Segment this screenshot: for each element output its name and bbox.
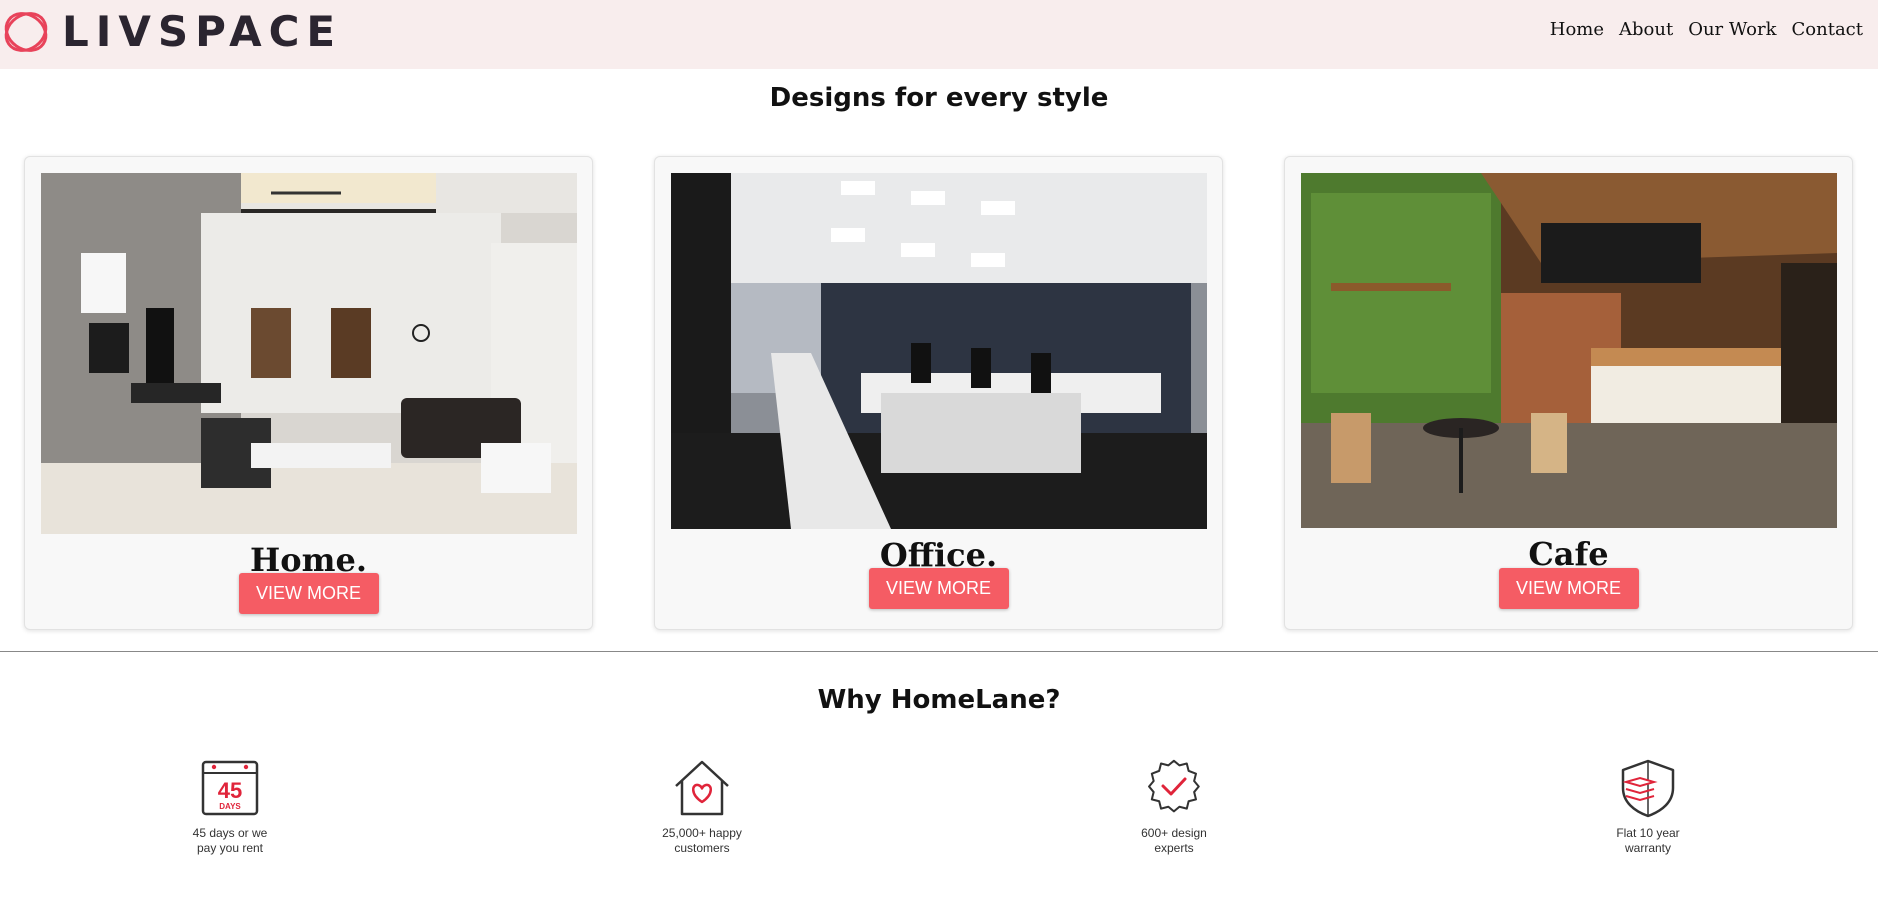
feature-design-experts: 600+ design experts <box>1084 758 1264 856</box>
logo[interactable]: LIVSPACE <box>0 4 342 60</box>
feature-text-experts: 600+ design experts <box>1141 826 1207 855</box>
view-more-cafe-button[interactable]: VIEW MORE <box>1498 568 1639 609</box>
calendar-45-icon: 45 DAYS <box>201 760 259 816</box>
nav-about-link[interactable]: About <box>1619 19 1673 40</box>
designs-section-title: Designs for every style <box>769 83 1109 113</box>
view-more-office-button[interactable]: VIEW MORE <box>868 568 1009 609</box>
cafe-interior-image <box>1301 173 1837 528</box>
svg-text:45: 45 <box>218 778 242 803</box>
brand-name: LIVSPACE <box>62 7 343 56</box>
why-section-title: Why HomeLane? <box>817 685 1061 715</box>
home-interior-image <box>41 173 577 534</box>
house-heart-icon <box>675 760 729 816</box>
office-interior-image <box>671 173 1207 529</box>
feature-text-customers: 25,000+ happy customers <box>662 826 742 855</box>
logo-mark-icon <box>4 12 48 52</box>
nav-home-link[interactable]: Home <box>1550 19 1604 40</box>
view-more-home-button[interactable]: VIEW MORE <box>238 573 379 614</box>
shield-layers-icon <box>1621 759 1675 818</box>
svg-text:DAYS: DAYS <box>219 802 241 811</box>
design-card-home: Home. VIEW MORE <box>24 156 593 630</box>
nav-contact-link[interactable]: Contact <box>1792 19 1863 40</box>
design-card-cafe: Cafe VIEW MORE <box>1284 156 1853 630</box>
nav-our-work-link[interactable]: Our Work <box>1688 19 1776 40</box>
section-divider <box>0 651 1878 652</box>
feature-text-rent: 45 days or we pay you rent <box>192 826 268 855</box>
header: LIVSPACE Home About Our Work Contact <box>0 0 1878 69</box>
feature-text-warranty: Flat 10 year warranty <box>1616 826 1680 855</box>
feature-warranty: Flat 10 year warranty <box>1558 758 1738 856</box>
badge-check-icon <box>1148 759 1200 813</box>
feature-happy-customers: 25,000+ happy customers <box>612 758 792 856</box>
design-card-office: Office. VIEW MORE <box>654 156 1223 630</box>
main-nav: Home About Our Work Contact <box>1550 19 1878 40</box>
feature-rent-guarantee: 45 DAYS 45 days or we pay you rent <box>140 758 320 856</box>
